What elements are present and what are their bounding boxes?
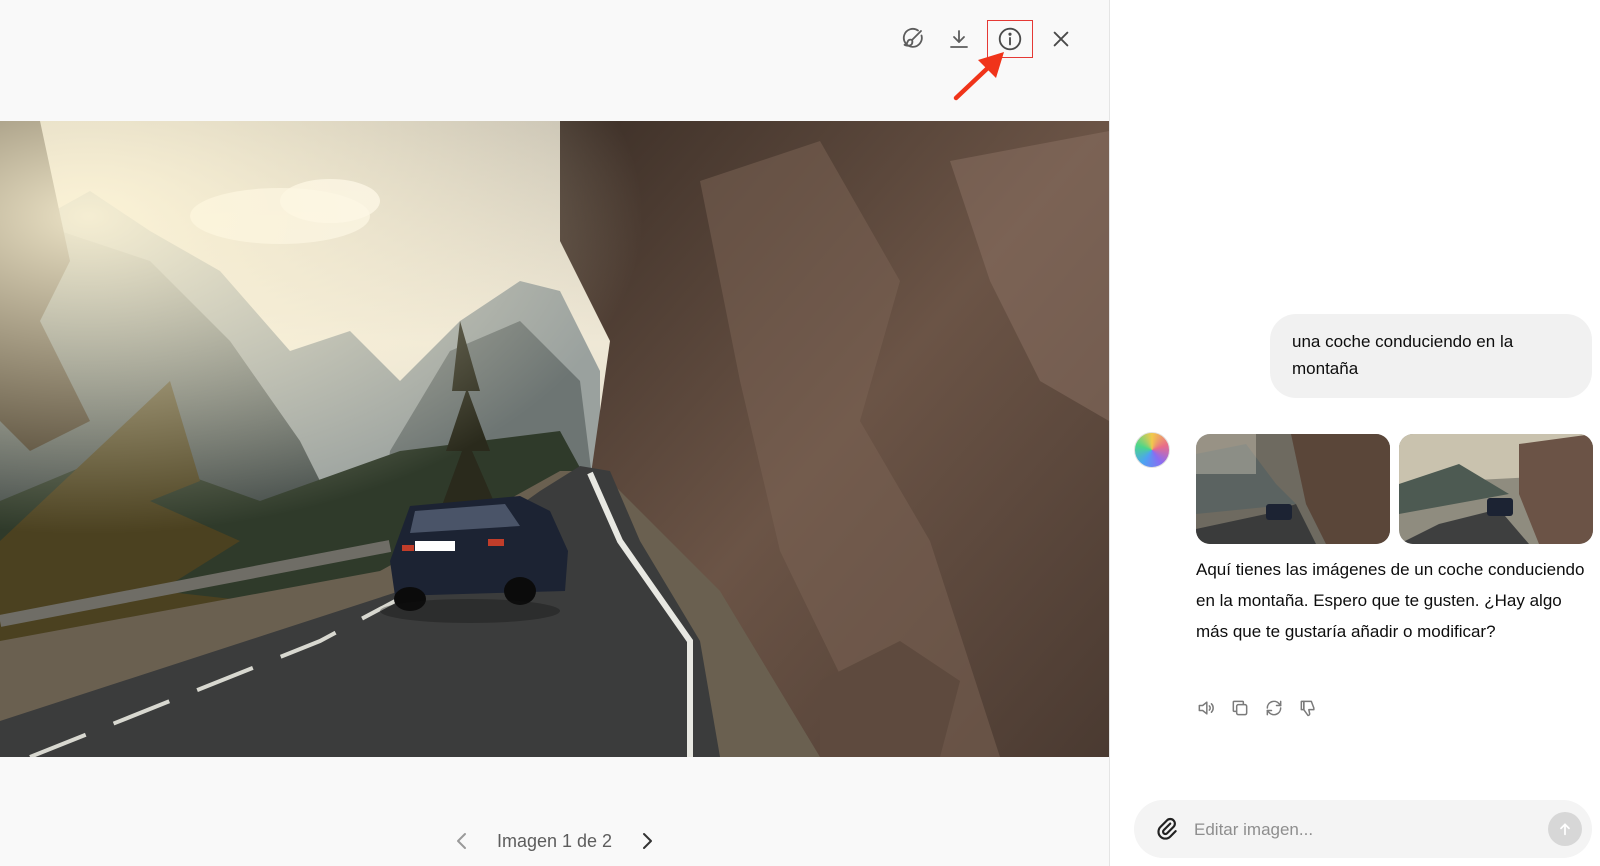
image-viewer: Imagen 1 de 2	[0, 0, 1110, 866]
paint-brush-icon	[902, 27, 923, 48]
message-actions	[1194, 696, 1320, 720]
speaker-icon	[1198, 701, 1214, 715]
copy-icon	[1232, 700, 1248, 716]
read-aloud-button[interactable]	[1194, 696, 1218, 720]
download-icon	[950, 30, 968, 48]
arrow-up-icon	[1560, 823, 1570, 836]
copy-button[interactable]	[1228, 696, 1252, 720]
info-icon	[998, 27, 1022, 51]
next-image-button[interactable]	[636, 830, 658, 852]
generated-image	[0, 121, 1109, 757]
close-button[interactable]	[1043, 21, 1079, 57]
message-composer	[1134, 800, 1592, 858]
edit-image-input[interactable]	[1192, 812, 1536, 848]
thumbnail-image-1[interactable]	[1196, 434, 1390, 544]
assistant-avatar	[1134, 432, 1170, 468]
chevron-left-icon	[456, 833, 466, 849]
thumbs-down-button[interactable]	[1296, 696, 1320, 720]
send-button[interactable]	[1548, 812, 1582, 846]
image-thumbnails	[1196, 434, 1593, 544]
user-message: una coche conduciendo en la montaña	[1270, 314, 1592, 398]
annotation-arrow-icon	[953, 52, 1004, 101]
thumbs-down-icon	[1300, 700, 1315, 717]
close-icon	[1053, 31, 1069, 47]
regenerate-button[interactable]	[1262, 696, 1286, 720]
assistant-message: Aquí tienes las imágenes de un coche con…	[1196, 560, 1585, 641]
chevron-right-icon	[643, 833, 653, 849]
paperclip-icon[interactable]	[1154, 816, 1180, 842]
thumbnail-image-2[interactable]	[1399, 434, 1593, 544]
edit-image-button[interactable]	[895, 21, 931, 57]
previous-image-button[interactable]	[451, 830, 473, 852]
pager-label: Imagen 1 de 2	[496, 830, 613, 851]
image-pager: Imagen 1 de 2	[0, 826, 1109, 856]
chat-panel: una coche conduciendo en la montaña Aquí…	[1110, 0, 1600, 866]
regenerate-icon	[1266, 700, 1282, 716]
